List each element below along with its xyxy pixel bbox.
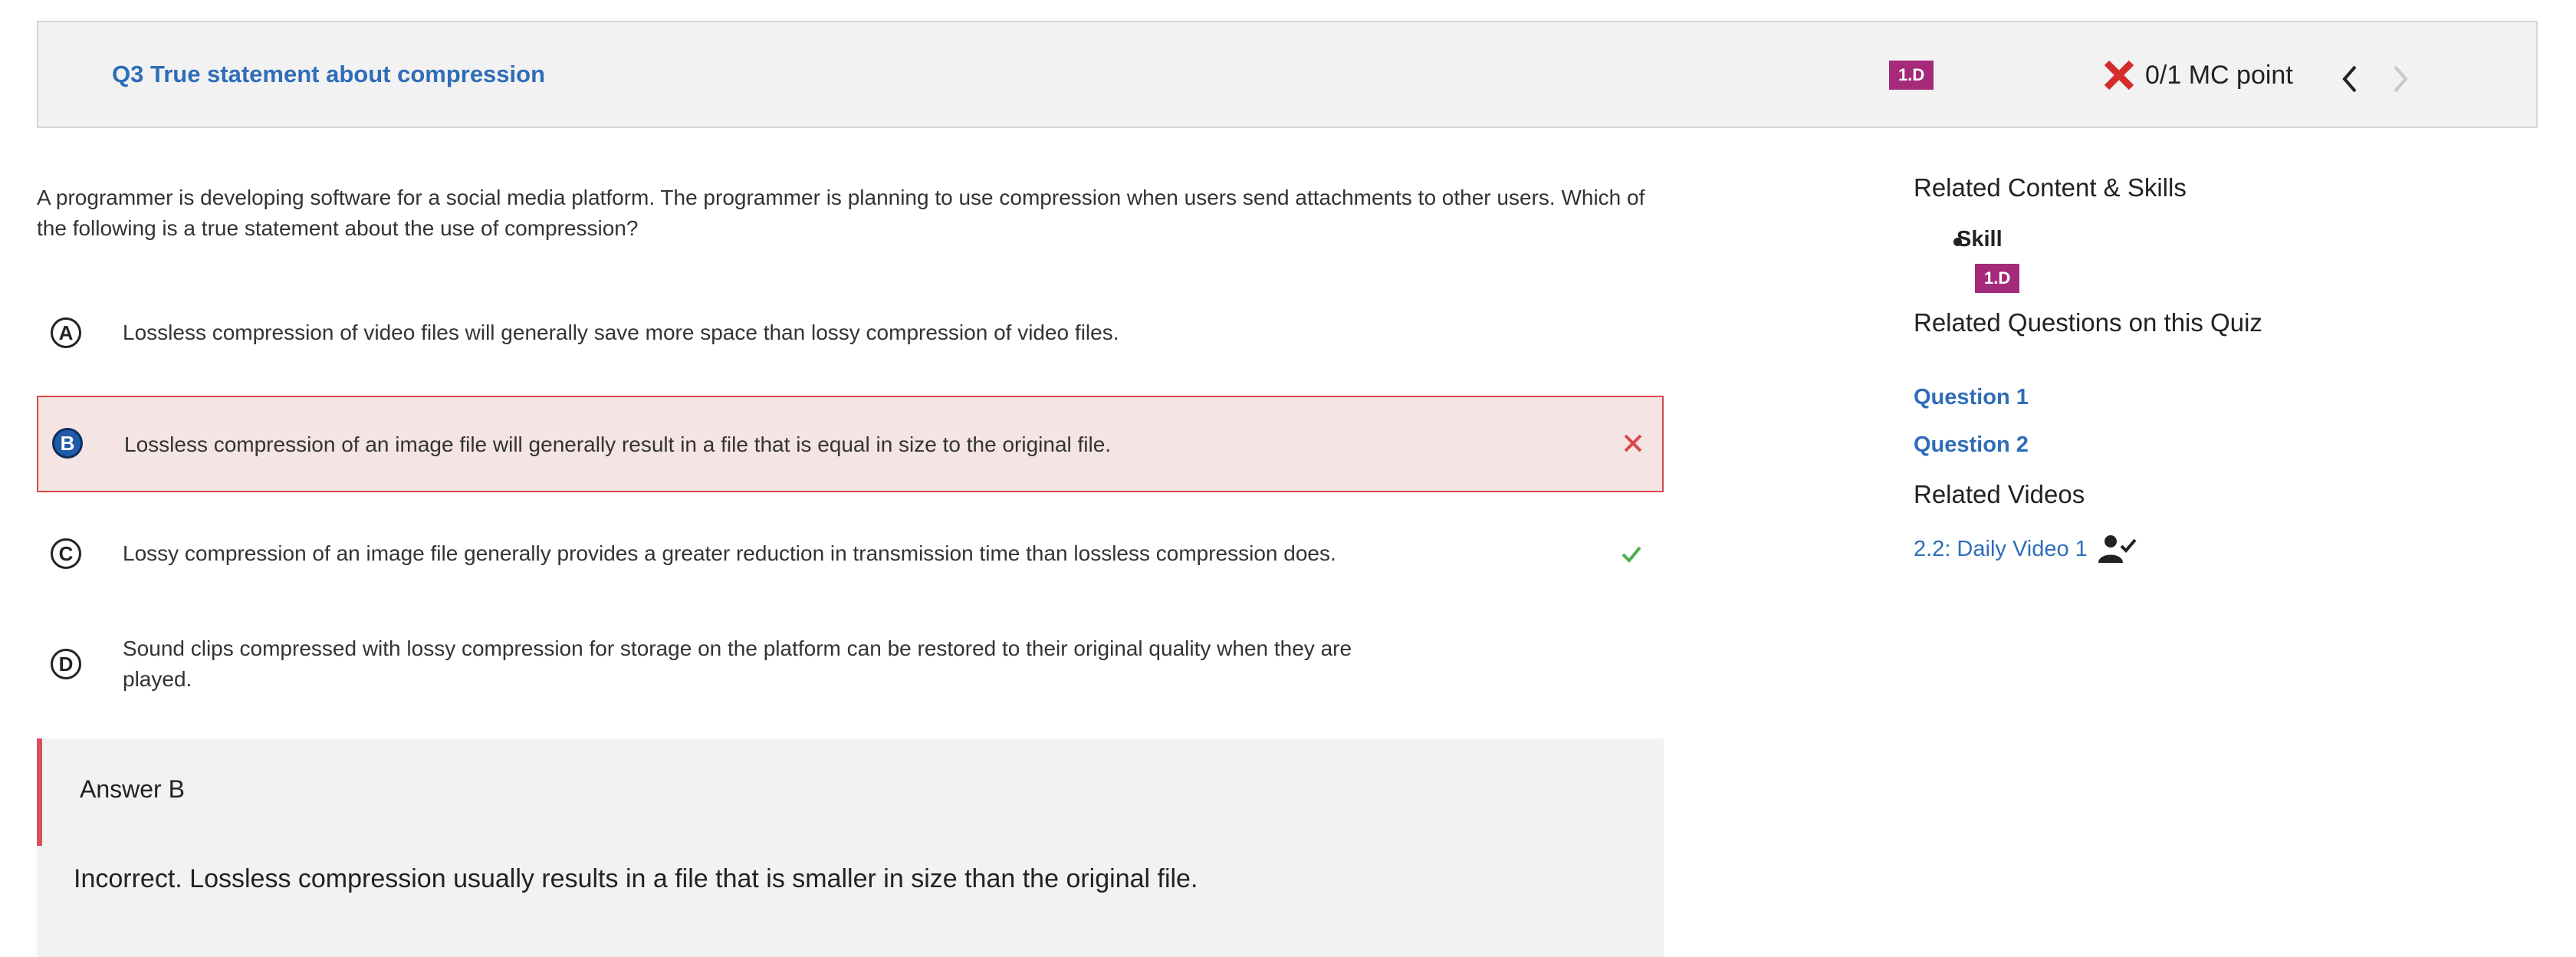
option-letter-d[interactable]: D (51, 649, 81, 679)
related-question-link-1[interactable]: Question 1 (1914, 385, 2029, 410)
option-a-text: Lossless compression of video files will… (123, 321, 1119, 344)
related-question-link-2[interactable]: Question 2 (1914, 432, 2029, 458)
skill-badge[interactable]: 1.D (1889, 61, 1934, 90)
option-d[interactable]: D Sound clips compressed with lossy comp… (37, 633, 1664, 702)
answer-label: Answer B (80, 775, 185, 803)
question-text: A programmer is developing software for … (37, 186, 1645, 240)
option-d-text-line-1: Sound clips compressed with lossy compre… (123, 636, 1352, 660)
option-letter-c[interactable]: C (51, 538, 81, 569)
video-item[interactable]: 2.2: Daily Video 1 (1914, 534, 2138, 564)
question-title[interactable]: Q3 True statement about compression (112, 61, 545, 88)
sidebar-skill-badge[interactable]: 1.D (1975, 264, 2020, 293)
answer-accent-bar (37, 738, 42, 846)
option-c[interactable]: C Lossy compression of an image file gen… (37, 535, 1664, 581)
incorrect-icon (1624, 434, 1642, 452)
video-link[interactable]: 2.2: Daily Video 1 (1914, 537, 2088, 562)
option-b-text: Lossless compression of an image file wi… (124, 432, 1112, 456)
chevron-left-icon[interactable] (2338, 64, 2361, 94)
chevron-right-icon (2394, 65, 2408, 93)
option-c-text: Lossy compression of an image file gener… (123, 541, 1336, 565)
option-d-text-line-2: played. (123, 667, 192, 691)
score-display: 0/1 MC point (2102, 54, 2293, 96)
checkmark-icon (1622, 546, 1641, 563)
option-letter-a[interactable]: A (51, 317, 81, 348)
related-questions-heading: Related Questions on this Quiz (1914, 308, 2262, 337)
related-content-heading: Related Content & Skills (1914, 173, 2187, 202)
option-b[interactable]: B Lossless compression of an image file … (37, 396, 1664, 492)
question-header: Q3 True statement about compression 1.D … (37, 21, 2538, 128)
answer-explanation: Incorrect. Lossless compression usually … (74, 864, 1198, 893)
answer-explanation-panel: Answer B Incorrect. Lossless compression… (37, 738, 1664, 957)
person-check-icon (2098, 535, 2137, 563)
option-letter-b[interactable]: B (52, 428, 83, 459)
score-text: 0/1 MC point (2145, 60, 2293, 90)
option-d-text: Sound clips compressed with lossy compre… (123, 633, 1487, 695)
skill-label: Skill (1957, 227, 2003, 252)
x-icon (2104, 60, 2134, 90)
option-a[interactable]: A Lossless compression of video files wi… (37, 314, 1664, 360)
related-videos-heading: Related Videos (1914, 480, 2085, 508)
